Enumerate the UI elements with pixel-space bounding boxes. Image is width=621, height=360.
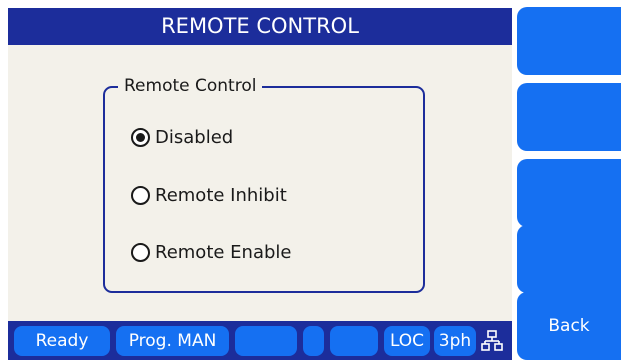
radio-label: Remote Enable bbox=[155, 241, 292, 263]
softkey-1[interactable] bbox=[517, 7, 621, 75]
status-slot-empty bbox=[235, 326, 297, 356]
radio-unselected-icon[interactable] bbox=[131, 185, 150, 205]
status-phase: 3ph bbox=[434, 326, 476, 356]
radio-label: Disabled bbox=[155, 126, 234, 148]
radio-option-remote-enable[interactable]: Remote Enable bbox=[131, 237, 292, 267]
status-ready: Ready bbox=[14, 326, 110, 356]
radio-selected-icon[interactable] bbox=[131, 127, 150, 147]
radio-unselected-icon[interactable] bbox=[131, 242, 150, 262]
softkey-column: Back bbox=[517, 0, 621, 360]
status-program: Prog. MAN bbox=[116, 326, 229, 356]
network-icon bbox=[481, 330, 503, 351]
status-mode: LOC bbox=[384, 326, 430, 356]
status-slot-empty bbox=[303, 326, 324, 356]
softkey-2[interactable] bbox=[517, 83, 621, 151]
back-button[interactable]: Back bbox=[517, 292, 621, 360]
instrument-screen: REMOTE CONTROL Remote Control Disabled R… bbox=[0, 0, 621, 360]
softkey-3[interactable] bbox=[517, 159, 621, 227]
group-legend: Remote Control bbox=[118, 73, 263, 99]
radio-label: Remote Inhibit bbox=[155, 184, 287, 206]
page-title: REMOTE CONTROL bbox=[8, 8, 512, 45]
radio-option-disabled[interactable]: Disabled bbox=[131, 122, 233, 152]
radio-option-remote-inhibit[interactable]: Remote Inhibit bbox=[131, 180, 287, 210]
status-slot-empty bbox=[330, 326, 378, 356]
softkey-4[interactable] bbox=[517, 225, 621, 293]
